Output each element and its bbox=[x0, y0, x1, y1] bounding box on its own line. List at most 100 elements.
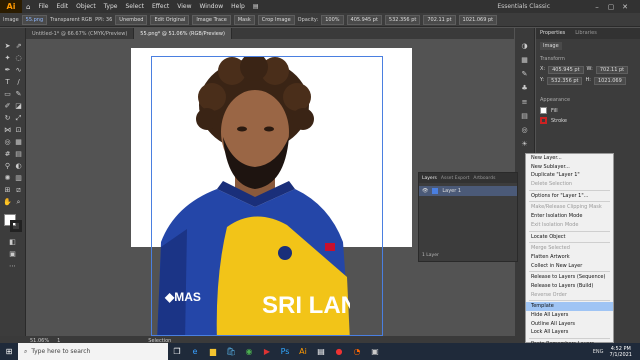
menu-window[interactable]: Window bbox=[196, 3, 228, 10]
hand-tool-icon[interactable]: ✋ bbox=[3, 198, 12, 207]
menu-select[interactable]: Select bbox=[121, 3, 148, 10]
crop-image-button[interactable]: Crop Image bbox=[257, 14, 295, 25]
w-input[interactable]: 702.11 pt bbox=[595, 66, 629, 74]
shape-builder-icon[interactable]: ◎ bbox=[3, 138, 12, 147]
x-field[interactable]: 405.945 pt bbox=[346, 14, 382, 25]
blend-tool-icon[interactable]: ◐ bbox=[14, 162, 23, 171]
firefox-icon[interactable]: ◔ bbox=[348, 343, 366, 360]
slice-tool-icon[interactable]: ⧄ bbox=[14, 186, 23, 195]
tab-asset-export[interactable]: Asset Export bbox=[441, 176, 469, 181]
context-menu-item[interactable]: Template bbox=[526, 302, 613, 311]
y-field[interactable]: 532.356 pt bbox=[384, 14, 421, 25]
symbols-icon[interactable]: ♣ bbox=[520, 84, 529, 93]
h-field[interactable]: 1021.069 pt bbox=[458, 14, 498, 25]
menu-effect[interactable]: Effect bbox=[148, 3, 173, 10]
context-menu-item[interactable]: Enter Isolation Mode bbox=[526, 212, 613, 221]
perspective-grid-icon[interactable]: ▦ bbox=[14, 138, 23, 147]
edit-original-button[interactable]: Edit Original bbox=[150, 14, 190, 25]
task-view-icon[interactable]: ❐ bbox=[168, 343, 186, 360]
zoom-tool-icon[interactable]: ⌕ bbox=[14, 198, 23, 207]
stroke-swatch[interactable] bbox=[10, 220, 22, 232]
rectangle-tool-icon[interactable]: ▭ bbox=[3, 90, 12, 99]
chrome-icon[interactable]: ◉ bbox=[240, 343, 258, 360]
pen-tool-icon[interactable]: ✒ bbox=[3, 66, 12, 75]
artboard-tool-icon[interactable]: ⊞ bbox=[3, 186, 12, 195]
red-app-icon[interactable]: ● bbox=[330, 343, 348, 360]
menu-type[interactable]: Type bbox=[100, 3, 122, 10]
app-icon[interactable]: ▣ bbox=[366, 343, 384, 360]
tab-libraries[interactable]: Libraries bbox=[571, 28, 601, 38]
illustrator-taskbar-icon[interactable]: Ai bbox=[294, 343, 312, 360]
clock[interactable]: 4:52 PM 7/1/2021 bbox=[610, 346, 632, 358]
taskbar-search[interactable]: ⌕ Type here to search bbox=[18, 343, 168, 360]
gradient-tool-icon[interactable]: ▤ bbox=[14, 150, 23, 159]
windows-start-icon[interactable]: ⊞ bbox=[0, 343, 18, 360]
magic-wand-icon[interactable]: ✦ bbox=[3, 54, 12, 63]
edge-icon[interactable]: e bbox=[186, 343, 204, 360]
layer-row[interactable]: 👁 Layer 1 bbox=[419, 186, 517, 196]
image-trace-button[interactable]: Image Trace bbox=[192, 14, 231, 25]
width-tool-icon[interactable]: ⋈ bbox=[3, 126, 12, 135]
appearance-icon[interactable]: ☀ bbox=[520, 140, 529, 149]
unembed-button[interactable]: Unembed bbox=[115, 14, 148, 25]
tab-layers[interactable]: Layers bbox=[422, 176, 437, 181]
tab-55-png[interactable]: 55.png* @ 51.06% (RGB/Preview) bbox=[134, 28, 232, 39]
opacity-field[interactable]: 100% bbox=[321, 14, 344, 25]
files-icon[interactable]: ▤ bbox=[312, 343, 330, 360]
store-icon[interactable]: 🛍 bbox=[222, 343, 240, 360]
context-menu-item[interactable]: Locate Object bbox=[526, 233, 613, 242]
menu-view[interactable]: View bbox=[173, 3, 195, 10]
mask-button[interactable]: Mask bbox=[233, 14, 255, 25]
context-menu-item[interactable]: Collect in New Layer bbox=[526, 262, 613, 271]
more-tools-icon[interactable]: ⋯ bbox=[8, 262, 17, 271]
context-menu-item[interactable]: Lock All Layers bbox=[526, 328, 613, 337]
fill-swatch-small[interactable] bbox=[540, 107, 547, 114]
free-transform-icon[interactable]: ⊡ bbox=[14, 126, 23, 135]
type-tool-icon[interactable]: T bbox=[3, 78, 12, 87]
rotate-tool-icon[interactable]: ↻ bbox=[3, 114, 12, 123]
workspace-switcher[interactable]: Essentials Classic bbox=[497, 3, 550, 10]
direct-selection-tool-icon[interactable]: ⇗ bbox=[14, 42, 23, 51]
lasso-icon[interactable]: ◌ bbox=[14, 54, 23, 63]
stroke-swatch-small[interactable] bbox=[540, 117, 547, 124]
screen-mode-icon[interactable]: ▣ bbox=[8, 250, 17, 259]
symbol-sprayer-icon[interactable]: ✺ bbox=[3, 174, 12, 183]
menu-edit[interactable]: Edit bbox=[53, 3, 73, 10]
color-panel-icon[interactable]: ◑ bbox=[520, 42, 529, 51]
file-explorer-icon[interactable]: ▆ bbox=[204, 343, 222, 360]
drawing-modes-icon[interactable]: ◧ bbox=[8, 238, 17, 247]
linked-file[interactable]: 55.png bbox=[21, 14, 48, 25]
selection-bounding-box[interactable] bbox=[151, 56, 383, 336]
stroke-panel-icon[interactable]: ≡ bbox=[520, 98, 529, 107]
transparency-icon[interactable]: ◎ bbox=[520, 126, 529, 135]
curvature-tool-icon[interactable]: ∿ bbox=[14, 66, 23, 75]
menu-help[interactable]: Help bbox=[227, 3, 249, 10]
layer-name[interactable]: Layer 1 bbox=[442, 188, 461, 194]
shaper-tool-icon[interactable]: ✐ bbox=[3, 102, 12, 111]
tab-artboards[interactable]: Artboards bbox=[473, 176, 495, 181]
menu-object[interactable]: Object bbox=[72, 3, 100, 10]
minimize-icon[interactable]: – bbox=[590, 0, 604, 13]
maximize-icon[interactable]: ▢ bbox=[604, 0, 618, 13]
home-icon[interactable]: ⌂ bbox=[22, 3, 34, 11]
w-field[interactable]: 702.11 pt bbox=[423, 14, 456, 25]
menu-file[interactable]: File bbox=[34, 3, 52, 10]
mesh-tool-icon[interactable]: # bbox=[3, 150, 12, 159]
y-input[interactable]: 532.356 pt bbox=[547, 77, 583, 85]
close-icon[interactable]: ✕ bbox=[618, 0, 632, 13]
tab-properties[interactable]: Properties bbox=[536, 28, 569, 38]
language-indicator[interactable]: ENG bbox=[593, 349, 604, 355]
media-icon[interactable]: ▶ bbox=[258, 343, 276, 360]
line-tool-icon[interactable]: / bbox=[14, 78, 23, 87]
eye-icon[interactable]: 👁 bbox=[422, 188, 428, 194]
context-menu-item[interactable]: Release to Layers (Build) bbox=[526, 282, 613, 291]
h-input[interactable]: 1021.069 bbox=[593, 77, 626, 85]
graph-tool-icon[interactable]: ▥ bbox=[14, 174, 23, 183]
context-menu-item[interactable]: Hide All Layers bbox=[526, 311, 613, 320]
context-menu-item[interactable]: Options for "Layer 1"... bbox=[526, 192, 613, 201]
eyedropper-icon[interactable]: ⚲ bbox=[3, 162, 12, 171]
context-menu-item[interactable]: Duplicate "Layer 1" bbox=[526, 171, 613, 180]
x-input[interactable]: 405.945 pt bbox=[548, 66, 584, 74]
context-menu-item[interactable]: New Layer... bbox=[526, 154, 613, 163]
paintbrush-icon[interactable]: ✎ bbox=[14, 90, 23, 99]
